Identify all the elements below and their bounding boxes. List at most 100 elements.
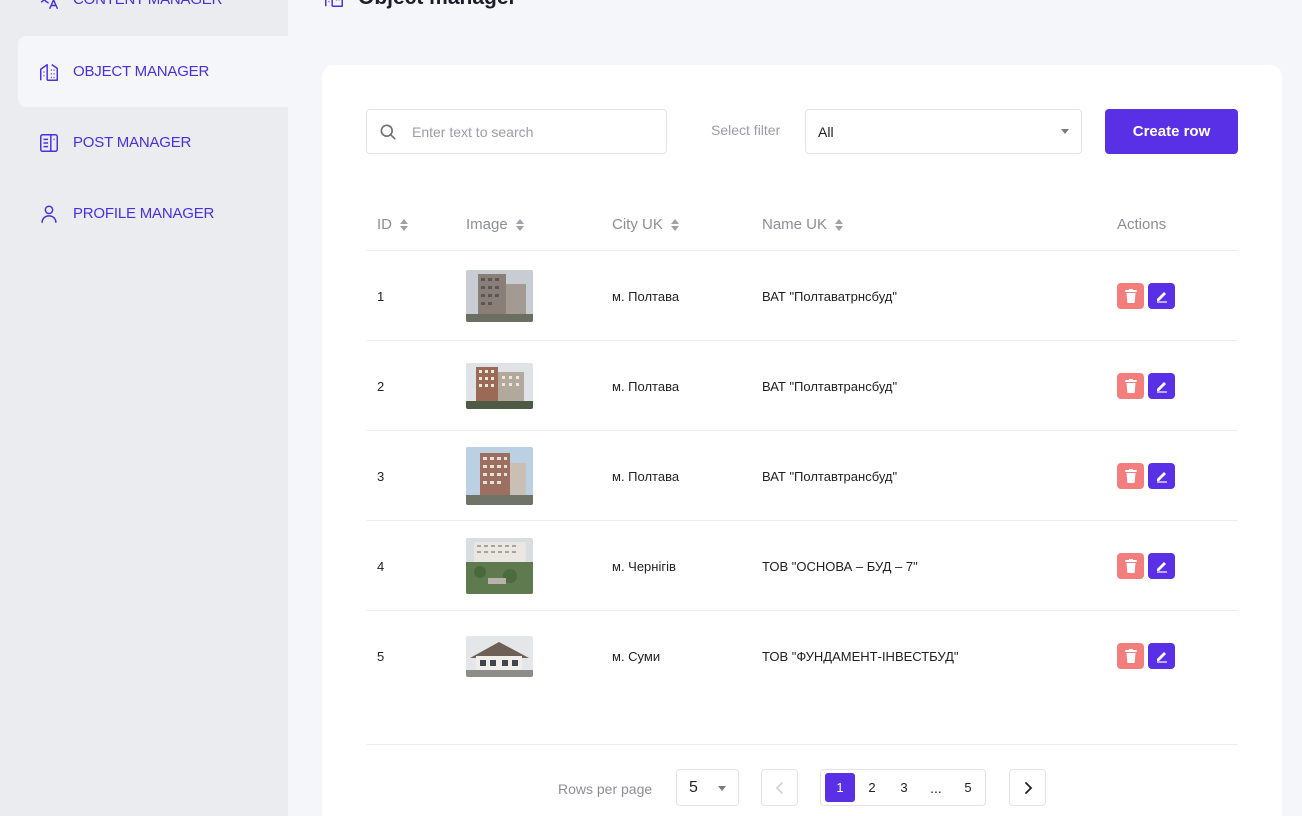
table-row: 2 м. Полтава ВАТ "Полтавтрансбуд" [366,341,1238,431]
edit-button[interactable] [1148,373,1175,399]
search-box[interactable] [366,109,667,154]
divider [366,744,1238,745]
next-page-button[interactable] [1009,769,1046,806]
column-header-name[interactable]: Name UK [762,216,844,233]
pencil-icon [1156,292,1167,303]
delete-button[interactable] [1117,463,1144,489]
sort-icon [515,218,524,231]
prev-page-button[interactable] [761,769,798,806]
sidebar-item-label: CONTENT MANAGER [73,0,222,8]
filter-value: All [818,123,834,140]
row-name: ВАТ "Полтавтрансбуд" [762,468,898,484]
sidebar-item-label: POST MANAGER [73,134,192,151]
pencil-icon [1156,382,1167,393]
delete-button[interactable] [1117,283,1144,309]
row-name: ТОВ "ОСНОВА – БУД – 7" [762,558,918,574]
user-icon [37,202,61,226]
column-header-city[interactable]: City UK [612,216,679,233]
page-button-1[interactable]: 1 [825,773,855,802]
column-header-actions: Actions [1117,216,1166,233]
row-city: м. Суми [612,648,661,664]
trash-icon [1124,649,1137,663]
edit-button[interactable] [1148,283,1175,309]
page-button-last[interactable]: 5 [953,773,983,802]
trash-icon [1124,379,1137,393]
sidebar-item-label: PROFILE MANAGER [73,205,215,222]
row-id: 4 [377,558,385,574]
row-city: м. Чернігів [612,558,676,574]
row-city: м. Полтава [612,378,680,394]
chevron-right-icon [1024,781,1032,794]
row-id: 2 [377,378,385,394]
table-row: 5 м. Суми ТОВ "ФУНДАМЕНТ-ІНВЕСТБУД" [366,611,1238,701]
object-image [466,270,533,322]
row-name: ВАТ "Полтаватрнсбуд" [762,288,897,304]
building-icon [322,0,346,10]
column-label: City UK [612,216,663,233]
sort-icon [670,218,679,231]
row-id: 1 [377,288,385,304]
sidebar-item-object-manager[interactable]: OBJECT MANAGER [18,36,288,107]
pencil-icon [1156,652,1167,663]
table-row: 4 м. Чернігів ТОВ "ОСНОВА – БУД – 7" [366,521,1238,611]
page-button-2[interactable]: 2 [857,773,887,802]
create-row-button[interactable]: Create row [1105,109,1238,154]
object-image [466,363,533,409]
rows-per-page-label: Rows per page [558,781,653,797]
column-label: Actions [1117,216,1167,233]
delete-button[interactable] [1117,373,1144,399]
object-image [466,538,533,594]
sort-icon [835,218,844,231]
table-header: ID Image City UK Name UK Actions [366,199,1238,251]
page-list: 1 2 3 ... 5 [820,769,986,806]
pencil-icon [1156,562,1167,573]
filter-select[interactable]: All [805,109,1082,154]
caret-down-icon [1061,129,1069,134]
page-title: Object manager [358,0,517,10]
rows-per-page-select[interactable]: 5 [676,769,739,806]
edit-button[interactable] [1148,553,1175,579]
sidebar: CONTENT MANAGER OBJECT MANAGER POST MANA… [0,0,288,816]
row-id: 3 [377,468,385,484]
object-image [466,635,533,677]
trash-icon [1124,559,1137,573]
objects-table: ID Image City UK Name UK Actions 1 м. По… [366,199,1238,701]
row-id: 5 [377,648,385,664]
table-row: 1 м. Полтава ВАТ "Полтаватрнсбуд" [366,251,1238,341]
column-label: Name UK [762,216,828,233]
building-icon [37,60,61,84]
filter-label: Select filter [711,122,781,138]
sidebar-item-post-manager[interactable]: POST MANAGER [18,107,288,178]
chevron-left-icon [775,781,783,794]
table-row: 3 м. Полтава ВАТ "Полтавтрансбуд" [366,431,1238,521]
column-label: ID [377,216,392,233]
delete-button[interactable] [1117,643,1144,669]
trash-icon [1124,469,1137,483]
sort-icon [400,218,408,231]
caret-down-icon [718,786,726,791]
pencil-icon [1156,472,1167,483]
column-header-image[interactable]: Image [466,216,524,233]
object-table-card: Select filter All Create row ID Image Ci… [322,65,1282,816]
sidebar-item-content-manager[interactable]: CONTENT MANAGER [18,0,288,35]
search-icon [377,121,399,143]
page-button-3[interactable]: 3 [889,773,919,802]
translate-icon [37,0,61,12]
delete-button[interactable] [1117,553,1144,579]
object-image [466,447,533,505]
edit-button[interactable] [1148,643,1175,669]
column-header-id[interactable]: ID [377,216,408,233]
row-city: м. Полтава [612,468,680,484]
edit-button[interactable] [1148,463,1175,489]
row-name: ВАТ "Полтавтрансбуд" [762,378,898,394]
document-icon [37,131,61,155]
row-city: м. Полтава [612,288,680,304]
sidebar-item-label: OBJECT MANAGER [73,63,210,80]
row-name: ТОВ "ФУНДАМЕНТ-ІНВЕСТБУД" [762,648,959,664]
column-label: Image [466,216,508,233]
sidebar-item-profile-manager[interactable]: PROFILE MANAGER [18,178,288,249]
search-input[interactable] [412,123,652,140]
trash-icon [1124,289,1137,303]
page-header: Object manager [322,0,517,14]
page-ellipsis: ... [930,779,942,796]
